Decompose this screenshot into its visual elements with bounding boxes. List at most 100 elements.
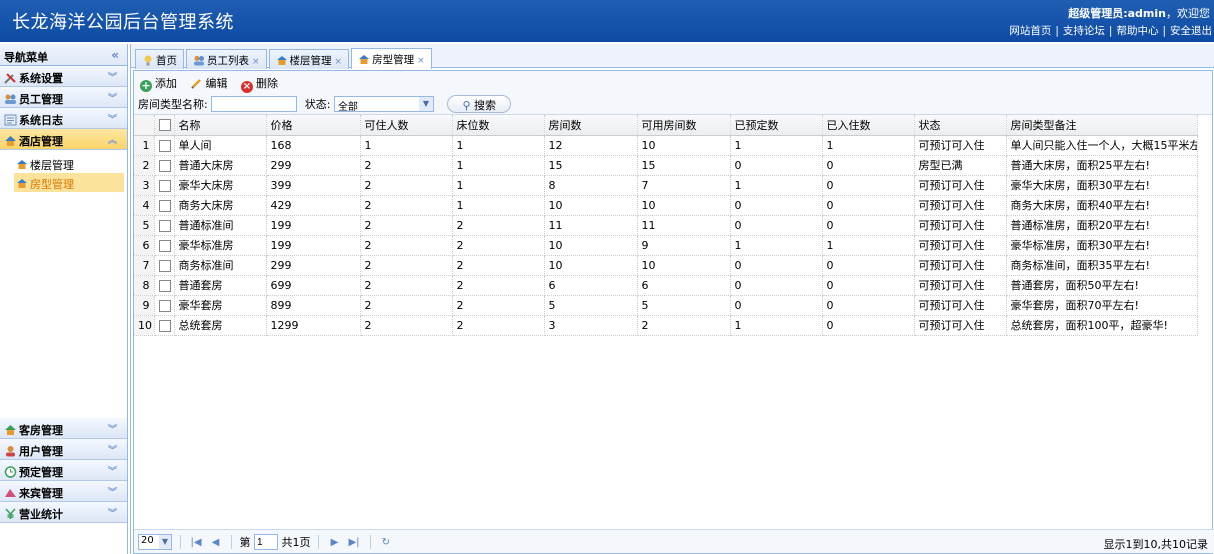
table-cell: 可预订可入住 (914, 135, 1007, 156)
close-icon[interactable]: × (335, 57, 343, 67)
pager-info: 显示1到10,共10记录 (1103, 538, 1209, 551)
sidebar-section-staff[interactable]: 员工管理 ︾ (0, 87, 127, 108)
close-icon[interactable]: × (417, 56, 425, 66)
collapse-icon[interactable]: « (111, 48, 119, 62)
column-header[interactable]: 可住人数 (360, 115, 453, 136)
row-checkbox[interactable] (158, 239, 171, 252)
table-row[interactable]: 3 豪华大床房 399 2 1 8 7 1 0 可预订可入住 豪华大床房，面积30平左右! (134, 175, 1198, 196)
help-link[interactable]: 帮助中心 (1116, 25, 1158, 37)
sidebar-section-guest-rooms[interactable]: 客房管理 ︾ (0, 418, 127, 439)
table-row[interactable]: 8 普通套房 699 2 2 6 6 0 0 可预订可入住 普通套房，面积50平左右! (134, 275, 1198, 296)
table-cell: 1 (452, 175, 545, 196)
tab-floor[interactable]: 楼层管理 × (268, 49, 350, 69)
delete-button[interactable]: × 删除 (241, 75, 278, 93)
tab-home[interactable]: 首页 (135, 49, 184, 69)
first-page-icon[interactable]: |◀ (188, 537, 204, 548)
column-header[interactable]: 状态 (914, 115, 1007, 136)
table-cell: 豪华套房 (174, 295, 267, 316)
row-checkbox[interactable] (158, 139, 171, 152)
table-cell: 0 (822, 315, 915, 336)
table-row[interactable]: 2 普通大床房 299 2 1 15 15 0 0 房型已满 普通大床房，面积25平左右! (134, 155, 1198, 176)
table-row[interactable]: 5 普通标准间 199 2 2 11 11 0 0 可预订可入住 普通标准房，面积20平左右! (134, 215, 1198, 236)
sidebar-section-log[interactable]: 系统日志 ︾ (0, 108, 127, 129)
sidebar-section-users[interactable]: 用户管理 ︾ (0, 439, 127, 460)
table-cell: 可预订可入住 (914, 175, 1007, 196)
column-header[interactable]: 已预定数 (730, 115, 823, 136)
sidebar-section-stats[interactable]: 营业统计 ︾ (0, 502, 127, 523)
refresh-icon[interactable]: ↻ (378, 537, 394, 548)
table-cell: 商务大床房 (174, 195, 267, 216)
page-number-input[interactable] (254, 534, 278, 550)
row-checkbox[interactable] (158, 319, 171, 332)
sidebar-section-booking[interactable]: 预定管理 ︾ (0, 460, 127, 481)
table-cell: 2 (360, 195, 453, 216)
toolbar: + 添加 编辑 × 删除 (134, 71, 1212, 93)
pagination: 20▼ |◀ ◀ 第 共1页 ▶ ▶| ↻ 显示1到10,共10记录 (134, 529, 1214, 553)
row-checkbox[interactable] (158, 179, 171, 192)
table-cell: 普通标准间 (174, 215, 267, 236)
table-row[interactable]: 4 商务大床房 429 2 1 10 10 0 0 可预订可入住 商务大床房，面积40平左右! (134, 195, 1198, 216)
select-all-checkbox[interactable] (158, 119, 171, 132)
table-cell: 2 (452, 235, 545, 256)
search-button[interactable]: ⚲ 搜索 (447, 95, 511, 113)
row-checkbox[interactable] (158, 159, 171, 172)
table-cell: 11 (637, 215, 731, 236)
last-page-icon[interactable]: ▶| (346, 537, 362, 548)
table-cell: 0 (822, 155, 915, 176)
house-icon (358, 54, 370, 65)
table-cell: 10 (637, 195, 731, 216)
table-cell: 0 (730, 255, 823, 276)
column-header[interactable]: 房间类型备注 (1006, 115, 1198, 136)
table-cell: 199 (266, 215, 361, 236)
table-cell: 普通套房 (174, 275, 267, 296)
forum-link[interactable]: 支持论坛 (1063, 25, 1105, 37)
sidebar-item-floor[interactable]: 楼层管理 (16, 154, 127, 173)
column-header[interactable]: 价格 (266, 115, 361, 136)
column-header[interactable]: 已入住数 (822, 115, 915, 136)
room-type-name-input[interactable] (211, 96, 298, 112)
sidebar-section-guests[interactable]: 来宾管理 ︾ (0, 481, 127, 502)
table-row[interactable]: 1 单人间 168 1 1 12 10 1 1 可预订可入住 单人间只能入住一个人，大概15平米左右… (134, 135, 1198, 156)
prev-page-icon[interactable]: ◀ (208, 537, 224, 548)
table-cell: 1 (822, 135, 915, 156)
table-cell: 2 (452, 215, 545, 236)
column-header[interactable]: 房间数 (544, 115, 638, 136)
next-page-icon[interactable]: ▶ (327, 537, 343, 548)
table-row[interactable]: 9 豪华套房 899 2 2 5 5 0 0 可预订可入住 豪华套房，面积70平左右! (134, 295, 1198, 316)
row-checkbox[interactable] (158, 299, 171, 312)
logout-link[interactable]: 安全退出 (1170, 25, 1212, 37)
edit-button[interactable]: 编辑 (190, 75, 228, 91)
search-icon: ⚲ (462, 99, 471, 112)
status-select[interactable]: 全部 ▼ (333, 96, 434, 113)
page-size-select[interactable]: 20 ▼ (138, 534, 172, 550)
delete-icon: × (241, 81, 253, 93)
table-row[interactable]: 6 豪华标准房 199 2 2 10 9 1 1 可预订可入住 豪华标准房，面积30平左右! (134, 235, 1198, 256)
column-header[interactable]: 床位数 (452, 115, 545, 136)
tab-staff-list[interactable]: 员工列表 × (186, 49, 267, 69)
tab-room-type[interactable]: 房型管理 × (351, 48, 432, 69)
table-row[interactable]: 7 商务标准间 299 2 2 10 10 0 0 可预订可入住 商务标准间，面积35平左右! (134, 255, 1198, 276)
sidebar-section-system-settings[interactable]: 系统设置 ︾ (0, 66, 127, 87)
house-icon (276, 55, 288, 66)
row-checkbox[interactable] (158, 279, 171, 292)
table-cell: 单人间 (174, 135, 267, 156)
sidebar-item-room-type[interactable]: 房型管理 (14, 173, 124, 192)
hotel-icon (4, 135, 17, 147)
table-cell: 0 (822, 215, 915, 236)
column-header[interactable]: 名称 (174, 115, 267, 136)
log-icon (4, 114, 17, 126)
table-row[interactable]: 10 总统套房 1299 2 2 3 2 1 0 可预订可入住 总统套房，面积100平，超豪华! (134, 315, 1198, 336)
row-checkbox[interactable] (158, 219, 171, 232)
table-cell: 0 (822, 175, 915, 196)
row-checkbox[interactable] (158, 259, 171, 272)
table-cell: 商务标准间，面积35平左右! (1006, 255, 1198, 276)
table-cell: 豪华大床房，面积30平左右! (1006, 175, 1198, 196)
row-number: 5 (134, 215, 155, 236)
sidebar-section-hotel[interactable]: 酒店管理 ︽ (0, 129, 127, 150)
row-checkbox[interactable] (158, 199, 171, 212)
column-header[interactable]: 可用房间数 (637, 115, 731, 136)
close-icon[interactable]: × (252, 57, 260, 67)
add-button[interactable]: + 添加 (140, 75, 177, 92)
home-link[interactable]: 网站首页 (1009, 25, 1051, 37)
users-icon (4, 93, 17, 105)
